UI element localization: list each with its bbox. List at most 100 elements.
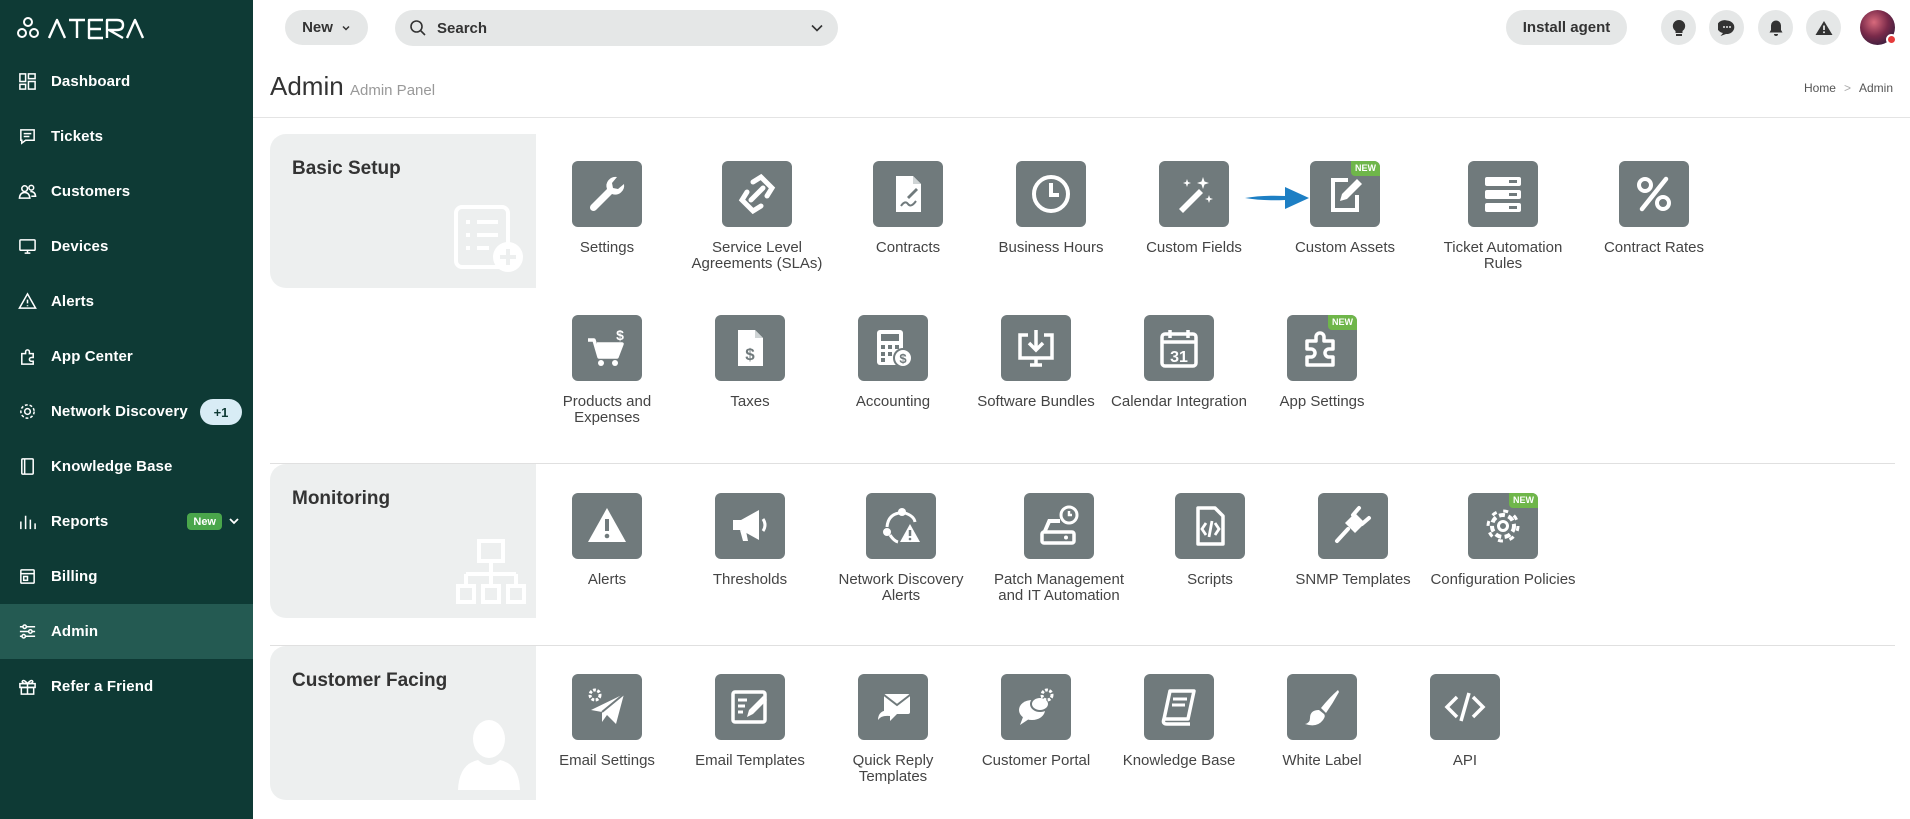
breadcrumb-current: Admin	[1858, 81, 1893, 95]
tile-accounting[interactable]: $ Accounting	[818, 315, 968, 410]
tile-label: Accounting	[855, 393, 931, 410]
sidebar-item-app-center[interactable]: App Center	[0, 329, 253, 384]
tile-icon-box: $	[858, 315, 928, 381]
sidebar-item-billing[interactable]: Billing	[0, 549, 253, 604]
sidebar-item-tickets[interactable]: Tickets	[0, 109, 253, 164]
tile-contracts[interactable]: Contracts	[833, 161, 983, 256]
sidebar-item-label: App Center	[51, 348, 133, 365]
patch-icon	[1040, 505, 1079, 545]
sidebar: Dashboard Tickets Customers Devices Aler…	[0, 0, 253, 819]
app-center-icon	[17, 347, 37, 367]
clock-icon	[1032, 175, 1070, 213]
chat-button[interactable]	[1709, 10, 1744, 45]
page-subtitle: Admin Panel	[350, 82, 436, 99]
tile-ticket-automation-rules[interactable]: Ticket Automation Rules	[1428, 161, 1578, 272]
tile-configuration-policies[interactable]: NEW Configuration Policies	[1428, 493, 1578, 588]
tile-icon-box: 31	[1144, 315, 1214, 381]
sidebar-item-label: Devices	[51, 238, 109, 255]
tile-label: Taxes	[730, 393, 770, 410]
tile-thresholds[interactable]: Thresholds	[675, 493, 825, 588]
tile-software-bundles[interactable]: Software Bundles	[961, 315, 1111, 410]
tax-document-icon: $	[738, 330, 763, 366]
tile-email-templates[interactable]: Email Templates	[675, 674, 825, 769]
tile-label: Quick Reply Templates	[852, 752, 934, 785]
tile-api[interactable]: API	[1390, 674, 1540, 769]
sidebar-item-dashboard[interactable]: Dashboard	[0, 54, 253, 109]
sidebar-item-network-discovery[interactable]: Network Discovery +1	[0, 384, 253, 439]
sidebar-item-devices[interactable]: Devices	[0, 219, 253, 274]
tile-label: App Settings	[1279, 393, 1365, 410]
calendar-day: 31	[1170, 349, 1188, 366]
atera-logo[interactable]	[17, 14, 157, 42]
sidebar-item-customers[interactable]: Customers	[0, 164, 253, 219]
email-settings-icon	[588, 688, 625, 724]
sidebar-item-label: Tickets	[51, 128, 104, 145]
sidebar-item-knowledge-base[interactable]: Knowledge Base	[0, 439, 253, 494]
tile-business-hours[interactable]: Business Hours	[976, 161, 1126, 256]
tile-email-settings[interactable]: Email Settings	[532, 674, 682, 769]
tile-products-and-expenses[interactable]: $ Products and Expenses	[532, 315, 682, 426]
warning-icon	[1815, 20, 1832, 35]
tile-contract-rates[interactable]: Contract Rates	[1579, 161, 1729, 256]
tile-icon-box	[1001, 674, 1071, 740]
sidebar-item-reports[interactable]: Reports New	[0, 494, 253, 549]
sidebar-item-label: Dashboard	[51, 73, 131, 90]
custom-assets-icon	[1331, 178, 1362, 212]
chevron-down-icon[interactable]	[227, 514, 241, 528]
lightbulb-icon	[1672, 19, 1685, 36]
tile-icon-box	[722, 161, 792, 227]
tile-patch-management[interactable]: Patch Management and IT Automation	[984, 493, 1134, 604]
sidebar-item-label: Refer a Friend	[51, 678, 154, 695]
tile-label: Products and Expenses	[562, 393, 652, 426]
sidebar-item-refer-a-friend[interactable]: Refer a Friend	[0, 659, 253, 714]
topbar: New Install agent	[253, 0, 1910, 54]
tile-icon-box	[715, 674, 785, 740]
billing-icon	[17, 567, 37, 587]
tile-icon-box	[873, 161, 943, 227]
tile-snmp-templates[interactable]: SNMP Templates	[1278, 493, 1428, 588]
warning-button[interactable]	[1806, 10, 1841, 45]
tile-label: Business Hours	[998, 239, 1104, 256]
breadcrumb-home-link[interactable]: Home	[1804, 81, 1836, 95]
lightbulb-button[interactable]	[1661, 10, 1696, 45]
notifications-button[interactable]	[1758, 10, 1793, 45]
search-bar[interactable]	[395, 10, 838, 46]
search-dropdown-chevron-icon[interactable]	[810, 21, 824, 35]
sidebar-item-alerts[interactable]: Alerts	[0, 274, 253, 329]
chevron-down-icon	[342, 25, 350, 31]
customer-facing-panel: Customer Facing	[270, 646, 536, 800]
install-agent-button[interactable]: Install agent	[1506, 10, 1627, 45]
network-discovery-count-badge[interactable]: +1	[200, 399, 242, 425]
tile-custom-assets[interactable]: NEW Custom Assets	[1270, 161, 1420, 256]
email-templates-icon	[731, 690, 767, 724]
calculator-icon: $	[877, 330, 913, 368]
tile-icon-box	[1468, 161, 1538, 227]
atera-logo-mark	[17, 17, 145, 40]
tile-app-settings[interactable]: NEW App Settings	[1247, 315, 1397, 410]
tile-icon-box	[572, 674, 642, 740]
sidebar-nav: Dashboard Tickets Customers Devices Aler…	[0, 54, 253, 714]
tile-quick-reply-templates[interactable]: Quick Reply Templates	[818, 674, 968, 785]
calendar-icon: 31	[1160, 330, 1198, 368]
tile-customer-portal[interactable]: Customer Portal	[961, 674, 1111, 769]
reports-icon	[17, 512, 37, 532]
tile-network-discovery-alerts[interactable]: Network Discovery Alerts	[826, 493, 976, 604]
sidebar-item-admin[interactable]: Admin	[0, 604, 253, 659]
search-input[interactable]	[437, 19, 797, 37]
tile-taxes[interactable]: $ Taxes	[675, 315, 825, 410]
tile-label: Patch Management and IT Automation	[993, 571, 1125, 604]
tile-icon-box: $	[572, 315, 642, 381]
new-button[interactable]: New	[285, 10, 368, 45]
percent-icon	[1637, 176, 1671, 212]
dashboard-icon	[17, 72, 37, 92]
tile-white-label[interactable]: White Label	[1247, 674, 1397, 769]
tile-alerts[interactable]: Alerts	[532, 493, 682, 588]
person-icon	[458, 720, 520, 790]
tile-calendar-integration[interactable]: 31 Calendar Integration	[1104, 315, 1254, 410]
user-avatar[interactable]	[1860, 10, 1897, 45]
tile-slas[interactable]: Service Level Agreements (SLAs)	[682, 161, 832, 272]
tile-scripts[interactable]: Scripts	[1135, 493, 1285, 588]
tile-knowledge-base[interactable]: Knowledge Base	[1104, 674, 1254, 769]
svg-text:$: $	[616, 327, 624, 343]
tile-settings[interactable]: Settings	[532, 161, 682, 256]
